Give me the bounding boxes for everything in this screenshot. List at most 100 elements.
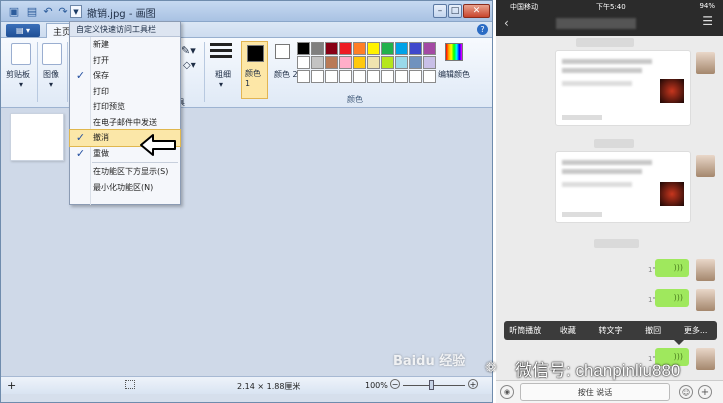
voice-wave-icon: )))	[673, 263, 683, 272]
palette-swatch[interactable]	[325, 42, 338, 55]
palette-swatch[interactable]	[409, 70, 422, 83]
paste-icon[interactable]	[11, 43, 31, 65]
image-label[interactable]: 图像	[43, 69, 59, 80]
palette-swatch[interactable]	[423, 42, 436, 55]
qat-menu-item[interactable]: 打开	[70, 53, 180, 69]
zoom-slider-thumb[interactable]	[429, 380, 434, 390]
context-menu-item[interactable]: 听筒播放	[504, 325, 547, 336]
back-icon[interactable]: ‹	[504, 16, 509, 30]
palette-swatch[interactable]	[367, 42, 380, 55]
minimize-button[interactable]: –	[433, 4, 447, 18]
voice-message[interactable]: )))	[655, 259, 689, 277]
voice-keyboard-toggle-icon[interactable]: ◉	[500, 385, 514, 399]
avatar[interactable]	[696, 348, 715, 370]
card-title-blurred	[562, 59, 652, 64]
qat-menu-item[interactable]: 最小化功能区(N)	[70, 180, 180, 196]
avatar[interactable]	[696, 52, 715, 74]
size-dropdown-icon[interactable]: ▾	[219, 80, 223, 89]
shared-article-card[interactable]	[555, 50, 691, 126]
shared-article-card[interactable]	[555, 151, 691, 223]
palette-swatch[interactable]	[423, 56, 436, 69]
emoji-icon[interactable]: ☺	[679, 385, 693, 399]
palette-swatch[interactable]	[325, 56, 338, 69]
size-lines-icon[interactable]	[210, 43, 232, 65]
left-arrow-annotation	[140, 134, 176, 156]
chat-profile-icon[interactable]: ☰	[702, 14, 713, 28]
qat-menu-item[interactable]: 在功能区下方显示(S)	[70, 164, 180, 180]
image-dropdown-icon[interactable]: ▾	[49, 80, 53, 89]
palette-swatch[interactable]	[409, 56, 422, 69]
palette-swatch[interactable]	[297, 70, 310, 83]
zoom-out-button[interactable]: −	[390, 379, 400, 389]
edit-colors-icon[interactable]	[445, 43, 463, 61]
zoom-in-button[interactable]: +	[468, 379, 478, 389]
context-menu-item[interactable]: 收藏	[547, 325, 590, 336]
palette-swatch[interactable]	[297, 42, 310, 55]
undo-icon[interactable]: ↶	[41, 4, 55, 18]
cursor-position-icon: +	[7, 379, 17, 392]
color1-swatch	[247, 45, 264, 62]
fill-icon[interactable]: ◇▾	[183, 60, 196, 71]
palette-swatch[interactable]	[381, 56, 394, 69]
palette-swatch[interactable]	[353, 70, 366, 83]
palette-swatch[interactable]	[367, 70, 380, 83]
brush-icon[interactable]: ✎▾	[181, 44, 196, 57]
color1-button[interactable]: 颜色 1	[241, 41, 268, 99]
palette-swatch[interactable]	[367, 56, 380, 69]
qat-menu-item[interactable]: 在电子邮件中发送	[70, 115, 180, 131]
edit-colors-label[interactable]: 编辑颜色	[438, 69, 470, 80]
qat-menu-item-label: 打印	[93, 86, 109, 96]
qat-menu-item[interactable]: 打印预览	[70, 99, 180, 115]
voice-message[interactable]: )))	[655, 289, 689, 307]
plus-icon[interactable]: +	[698, 385, 712, 399]
hold-to-talk-button[interactable]: 按住 说话	[520, 383, 670, 401]
palette-swatch[interactable]	[339, 56, 352, 69]
help-icon[interactable]: ?	[477, 24, 488, 35]
qat-menu-header: 自定义快速访问工具栏	[70, 22, 180, 37]
qat-menu-item[interactable]: ✓ 保存	[70, 68, 180, 84]
image-select-icon[interactable]	[42, 43, 62, 65]
color-palette	[297, 42, 439, 86]
color2-swatch[interactable]	[275, 44, 290, 59]
qat-menu-item[interactable]: 新建	[70, 37, 180, 53]
palette-swatch[interactable]	[395, 56, 408, 69]
maximize-button[interactable]: □	[448, 4, 462, 18]
save-icon[interactable]: ▤	[25, 4, 39, 18]
paint-menu-button[interactable]: ▤ ▾	[6, 24, 40, 37]
palette-swatch[interactable]	[353, 42, 366, 55]
clipboard-dropdown-icon[interactable]: ▾	[19, 80, 23, 89]
size-label[interactable]: 粗细	[215, 69, 231, 80]
clipboard-label[interactable]: 剪贴板	[6, 69, 30, 80]
check-icon: ✓	[75, 69, 86, 82]
drawing-canvas[interactable]	[10, 113, 64, 161]
palette-swatch[interactable]	[395, 70, 408, 83]
context-menu-item[interactable]: 转文字	[589, 325, 632, 336]
palette-swatch[interactable]	[381, 42, 394, 55]
palette-swatch[interactable]	[353, 56, 366, 69]
qat-menu-item[interactable]: 打印	[70, 84, 180, 100]
context-menu-item[interactable]: 更多...	[674, 325, 717, 336]
palette-swatch[interactable]	[381, 70, 394, 83]
palette-swatch[interactable]	[339, 70, 352, 83]
avatar[interactable]	[696, 289, 715, 311]
palette-swatch[interactable]	[311, 42, 324, 55]
close-button[interactable]: ✕	[463, 4, 490, 18]
palette-swatch[interactable]	[325, 70, 338, 83]
card-title-blurred	[562, 169, 642, 174]
avatar[interactable]	[696, 259, 715, 281]
redo-icon[interactable]: ↷	[56, 4, 70, 18]
palette-swatch[interactable]	[339, 42, 352, 55]
context-menu-item[interactable]: 撤回	[632, 325, 675, 336]
palette-swatch[interactable]	[409, 42, 422, 55]
color2-label[interactable]: 颜色 2	[274, 69, 298, 80]
palette-swatch[interactable]	[423, 70, 436, 83]
palette-swatch[interactable]	[311, 70, 324, 83]
palette-swatch[interactable]	[395, 42, 408, 55]
palette-swatch[interactable]	[311, 56, 324, 69]
qat-dropdown-button[interactable]: ▼	[70, 5, 82, 18]
palette-swatch[interactable]	[297, 56, 310, 69]
zoom-slider-track[interactable]	[403, 385, 465, 386]
avatar[interactable]	[696, 155, 715, 177]
card-title-blurred	[562, 68, 642, 73]
title-bar: ▣ ▤ ↶ ↷ ▼ 撤销.jpg - 画图 – □ ✕	[1, 1, 492, 22]
